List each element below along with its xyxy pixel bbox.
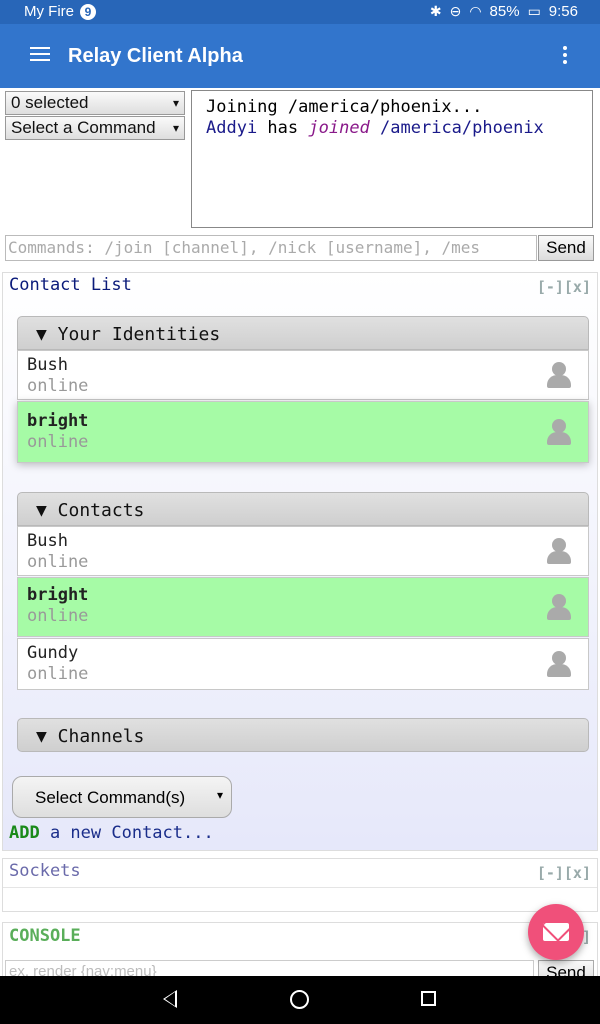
status-bar: My Fire 9 ✱ ⊖ ◠ 85% ▭ 9:56 (0, 0, 600, 24)
contact-list-panel: Contact List [-][x] ▼ Your Identities Bu… (2, 272, 598, 851)
identity-name: bright (27, 411, 89, 431)
home-icon[interactable] (290, 990, 309, 1009)
add-keyword: ADD (9, 823, 40, 843)
chat-line: Joining /america/phoenix... (206, 97, 483, 117)
back-icon[interactable] (163, 990, 177, 1008)
contact-name: Gundy (27, 643, 79, 663)
contact-row-active[interactable]: bright online (17, 577, 589, 637)
command-dropdown[interactable]: Select a Command (5, 116, 185, 140)
console-panel: CONSOLE ] ex. render {nav:menu} Send (2, 922, 598, 986)
contact-status: online (27, 664, 89, 684)
chat-channel: /america/phoenix (369, 118, 544, 138)
contact-row[interactable]: Bush online (17, 526, 589, 576)
app-title: Relay Client Alpha (68, 45, 243, 67)
notification-badge: 9 (80, 3, 96, 20)
sockets-title: Sockets (9, 861, 81, 881)
command-input[interactable]: Commands: /join [channel], /nick [userna… (5, 235, 537, 261)
contact-status: online (27, 606, 89, 626)
console-title: CONSOLE (9, 926, 81, 946)
chat-verb: joined (308, 118, 370, 138)
contact-row[interactable]: Gundy online (17, 638, 589, 690)
channels-header[interactable]: ▼ Channels (17, 718, 589, 752)
recent-apps-icon[interactable] (421, 991, 436, 1006)
identity-row-active[interactable]: bright online (17, 401, 589, 463)
bluetooth-icon: ✱ (429, 3, 442, 19)
contact-name: Bush (27, 531, 68, 551)
send-button[interactable]: Send (538, 235, 594, 261)
battery-percent: 85% (489, 3, 520, 20)
system-nav-bar (0, 976, 600, 1024)
wifi-icon: ◠ (469, 3, 482, 19)
chat-nick: Addyi (206, 118, 258, 138)
chat-line: Addyi has joined /america/phoenix (206, 118, 578, 139)
add-contact-link[interactable]: ADD a new Contact... (9, 823, 214, 843)
do-not-disturb-icon: ⊖ (449, 3, 462, 19)
panel-title: Contact List (9, 275, 132, 295)
panel-controls[interactable]: [-][x] (537, 278, 591, 296)
select-commands-dropdown[interactable]: Select Command(s) (12, 776, 232, 818)
chat-text: has (257, 118, 309, 138)
user-avatar-icon (546, 360, 572, 390)
add-contact-text: a new Contact... (39, 823, 214, 843)
contacts-header[interactable]: ▼ Contacts (17, 492, 589, 526)
battery-icon: ▭ (527, 3, 541, 19)
selection-dropdown[interactable]: 0 selected (5, 91, 185, 115)
app-bar: Relay Client Alpha (0, 24, 600, 88)
identity-row[interactable]: Bush online (17, 350, 589, 400)
hamburger-menu-icon[interactable] (30, 47, 50, 63)
sockets-panel: Sockets [-][x] (2, 858, 598, 912)
mail-icon (543, 923, 569, 941)
clock: 9:56 (548, 3, 578, 20)
chat-section: 0 selected Select a Command Joining /ame… (0, 88, 600, 266)
overflow-menu-icon[interactable] (562, 46, 568, 67)
user-avatar-icon (546, 649, 572, 679)
contact-name: bright (27, 585, 89, 605)
carrier-label: My Fire (24, 3, 74, 20)
identity-name: Bush (27, 355, 68, 375)
user-avatar-icon (546, 417, 572, 447)
user-avatar-icon (546, 536, 572, 566)
identity-status: online (27, 376, 89, 396)
identities-header[interactable]: ▼ Your Identities (17, 316, 589, 350)
user-avatar-icon (546, 592, 572, 622)
sockets-controls[interactable]: [-][x] (537, 864, 591, 882)
contact-status: online (27, 552, 89, 572)
chat-log: Joining /america/phoenix... Addyi has jo… (191, 90, 593, 228)
compose-fab[interactable] (528, 904, 584, 960)
identity-status: online (27, 432, 89, 452)
